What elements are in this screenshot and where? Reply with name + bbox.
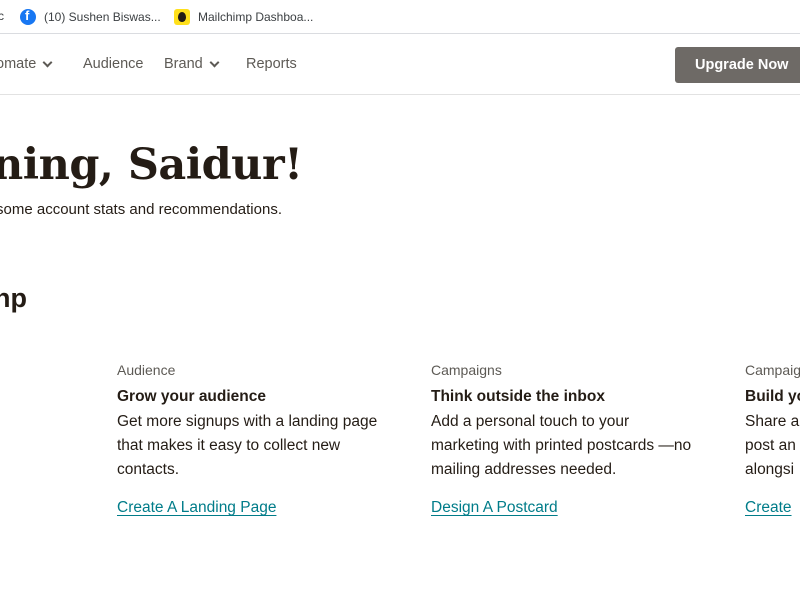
card-heading: Grow your audience (117, 388, 267, 405)
nav-item-label: Reports (246, 56, 297, 72)
upgrade-now-button[interactable]: Upgrade Now (675, 47, 800, 83)
recommendation-card: Campaigns Think outside the inbox Add a … (431, 361, 701, 517)
card-category: Campaigns (431, 362, 502, 378)
card-description: Add a personal touch to your marketing w… (431, 413, 692, 478)
chevron-down-icon (209, 57, 220, 67)
design-postcard-link[interactable]: Design A Postcard (431, 499, 558, 517)
bookmark-partial[interactable]: c (0, 9, 4, 23)
chevron-down-icon (42, 57, 53, 67)
greeting-subtitle: some account stats and recommendations. (0, 201, 282, 218)
card-description: Get more signups with a landing page tha… (117, 413, 378, 478)
mailchimp-icon (174, 9, 190, 25)
card-description: Share a post an alongsi (745, 413, 800, 478)
nav-item-label: Brand (164, 56, 203, 72)
card-heading: Think outside the inbox (431, 388, 605, 405)
recommendation-card: Campaig Build yo Share a post an alongsi… (745, 361, 800, 517)
bookmark-facebook[interactable]: (10) Sushen Biswas... (20, 6, 161, 28)
recommendation-card: Audience Grow your audience Get more sig… (117, 361, 387, 517)
bookmark-label: (10) Sushen Biswas... (44, 10, 161, 24)
bookmark-label: Mailchimp Dashboa... (198, 10, 314, 24)
bookmark-mailchimp[interactable]: Mailchimp Dashboa... (174, 6, 313, 28)
card-category: Campaig (745, 362, 800, 378)
card-heading: Build yo (745, 388, 800, 405)
nav-item-automate[interactable]: omate (0, 56, 53, 72)
bookmarks-bar: c (10) Sushen Biswas... Mailchimp Dashbo… (0, 0, 800, 34)
nav-item-reports[interactable]: Reports (246, 56, 297, 72)
facebook-icon (20, 8, 36, 25)
nav-item-audience[interactable]: Audience (83, 56, 143, 72)
greeting-title: ning, Saidur! (0, 140, 303, 190)
card-category: Audience (117, 362, 176, 378)
main-nav: omate Audience Brand Reports Upgrade Now (0, 35, 800, 95)
create-landing-page-link[interactable]: Create A Landing Page (117, 499, 276, 517)
section-title: np (0, 283, 27, 313)
nav-item-label: omate (0, 56, 37, 72)
nav-item-label: Audience (83, 56, 144, 72)
create-link[interactable]: Create (745, 499, 792, 517)
nav-item-brand[interactable]: Brand (164, 56, 220, 72)
